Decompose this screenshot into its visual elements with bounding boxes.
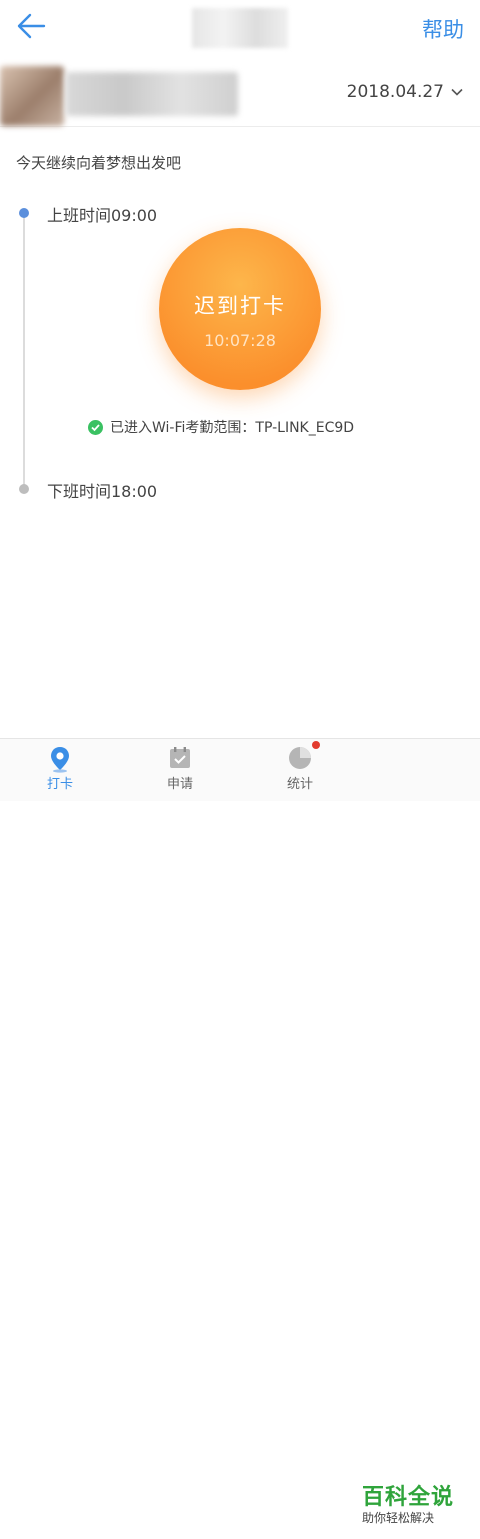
watermark-brand: 百科全说 — [362, 1485, 455, 1510]
location-pin-icon — [51, 747, 69, 773]
date-selector[interactable]: 2018.04.27 — [347, 82, 464, 102]
tab-punch-label: 打卡 — [46, 777, 73, 792]
off-work-time: 下班时间18:00 — [47, 482, 158, 501]
notification-badge — [312, 741, 320, 749]
punch-clock: 10:07:28 — [204, 331, 276, 350]
daily-motto: 今天继续向着梦想出发吧 — [16, 154, 182, 172]
tab-stats[interactable]: 统计 — [240, 739, 360, 801]
tab-stats-label: 统计 — [286, 777, 313, 792]
watermark-slogan: 助你轻松解决 — [362, 1511, 435, 1525]
avatar — [0, 66, 64, 126]
arrow-left-icon — [17, 13, 46, 39]
wifi-status-text: 已进入Wi-Fi考勤范围：TP-LINK_EC9D — [110, 420, 355, 436]
on-work-time: 上班时间09:00 — [47, 206, 158, 225]
punch-label: 迟到打卡 — [194, 294, 286, 318]
pie-chart-icon — [289, 747, 311, 769]
timeline-dot-inactive — [19, 484, 29, 494]
tab-apply-label: 申请 — [166, 777, 193, 792]
check-circle-icon — [88, 419, 103, 435]
chevron-down-icon — [451, 88, 463, 96]
timeline-dot-active — [19, 208, 29, 218]
help-button[interactable]: 帮助 — [422, 14, 464, 44]
attendance-group-redacted — [66, 72, 238, 116]
top-bar: 帮助 — [0, 0, 480, 56]
bottom-tab-bar: 打卡 申请 统计 百科全说 助你轻松解决 — [0, 738, 480, 1539]
wifi-status: 已进入Wi-Fi考勤范围：TP-LINK_EC9D — [88, 417, 354, 437]
back-button[interactable] — [14, 10, 54, 46]
tab-punch[interactable]: 打卡 — [0, 739, 120, 801]
user-info-bar: 2018.04.27 — [0, 60, 480, 127]
punch-in-button[interactable]: 迟到打卡 10:07:28 — [159, 228, 321, 390]
page-title-redacted — [192, 8, 288, 48]
timeline-line — [23, 212, 25, 488]
calendar-check-icon — [170, 747, 190, 768]
date-text: 2018.04.27 — [346, 82, 444, 102]
watermark-logo: 百科全说 助你轻松解决 — [350, 1477, 480, 1539]
tab-apply[interactable]: 申请 — [120, 739, 240, 801]
